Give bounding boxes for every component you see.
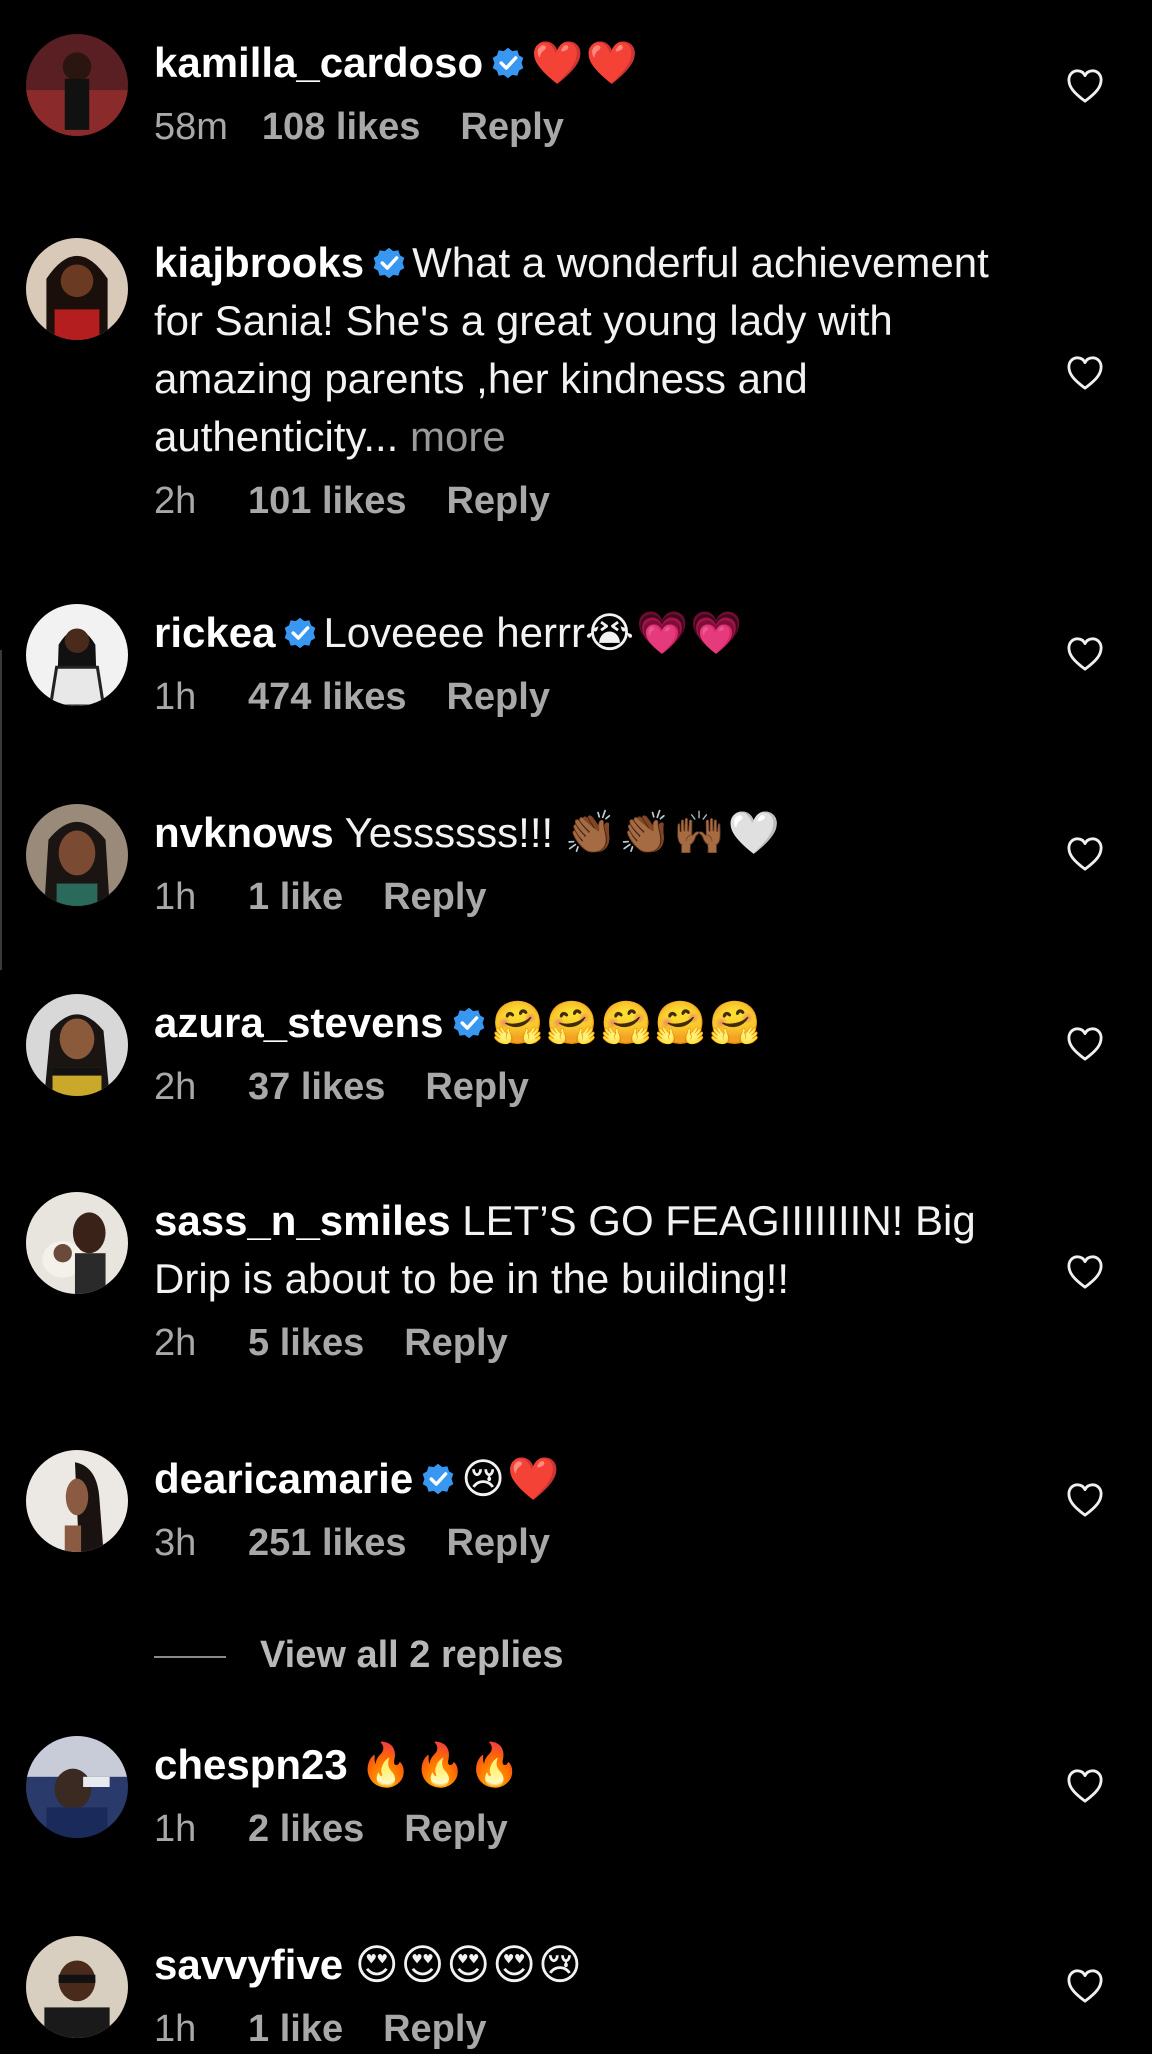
likes-count[interactable]: 108 likes <box>262 102 420 152</box>
avatar[interactable] <box>26 238 128 340</box>
verified-badge-icon <box>372 246 406 280</box>
reply-thread-line <box>154 1655 226 1658</box>
username[interactable]: nvknows <box>154 809 334 856</box>
verified-badge-icon <box>421 1462 455 1496</box>
comment-text: Yessssss!!! <box>344 809 554 856</box>
comment-emoji: 😭💗💗 <box>584 608 745 657</box>
like-heart-icon[interactable] <box>1066 636 1104 672</box>
likes-count[interactable]: 37 likes <box>248 1062 385 1112</box>
likes-count[interactable]: 5 likes <box>248 1318 364 1368</box>
timestamp: 1h <box>154 1808 197 1850</box>
likes-count[interactable]: 2 likes <box>248 1804 364 1854</box>
reply-button[interactable]: Reply <box>404 1318 507 1368</box>
like-heart-icon[interactable] <box>1066 836 1104 872</box>
avatar[interactable] <box>26 1450 128 1552</box>
timestamp: 2h <box>154 480 197 522</box>
comment-meta: 1h 474 likes Reply <box>154 672 1034 722</box>
username[interactable]: rickea <box>154 609 275 656</box>
more-link[interactable]: more <box>410 413 506 460</box>
comment-emoji: 🔥🔥🔥 <box>359 1740 523 1789</box>
likes-count[interactable]: 1 like <box>248 872 343 922</box>
timestamp: 1h <box>154 2008 197 2050</box>
comment-meta: 2h 5 likes Reply <box>154 1318 1034 1368</box>
username[interactable]: kiajbrooks <box>154 239 364 286</box>
comment-meta: 3h 251 likes Reply <box>154 1518 1034 1568</box>
username[interactable]: chespn23 <box>154 1741 348 1788</box>
reply-button[interactable]: Reply <box>383 2004 486 2054</box>
timestamp: 2h <box>154 1066 197 1108</box>
timestamp: 1h <box>154 876 197 918</box>
avatar[interactable] <box>26 804 128 906</box>
like-heart-icon[interactable] <box>1066 1482 1104 1518</box>
view-replies-button[interactable]: View all 2 replies <box>154 1630 563 1680</box>
reply-button[interactable]: Reply <box>460 102 563 152</box>
comment-emoji: 👏🏾👏🏾🙌🏾🤍 <box>564 808 783 857</box>
comment-meta: 2h 37 likes Reply <box>154 1062 1034 1112</box>
likes-count[interactable]: 251 likes <box>248 1518 406 1568</box>
comment-emoji: 🤗🤗🤗🤗🤗 <box>491 998 763 1047</box>
like-heart-icon[interactable] <box>1066 1768 1104 1804</box>
reply-button[interactable]: Reply <box>404 1804 507 1854</box>
like-heart-icon[interactable] <box>1066 1026 1104 1062</box>
reply-button[interactable]: Reply <box>446 672 549 722</box>
edge-divider <box>0 650 2 970</box>
avatar[interactable] <box>26 994 128 1096</box>
comment-emoji: 😍😍😍😍😢 <box>354 1940 584 1989</box>
verified-badge-icon <box>452 1006 486 1040</box>
comment-body: sass_n_smiles LET’S GO FEAGIIIIIIIN! Big… <box>154 1192 1034 1308</box>
verified-badge-icon <box>491 46 525 80</box>
reply-button[interactable]: Reply <box>446 1518 549 1568</box>
avatar[interactable] <box>26 1192 128 1294</box>
view-replies-label: View all 2 replies <box>260 1634 564 1676</box>
avatar[interactable] <box>26 1736 128 1838</box>
timestamp: 1h <box>154 676 197 718</box>
timestamp: 2h <box>154 1322 197 1364</box>
timestamp: 58m <box>154 106 228 148</box>
username[interactable]: azura_stevens <box>154 999 444 1046</box>
like-heart-icon[interactable] <box>1066 1254 1104 1290</box>
username[interactable]: dearicamarie <box>154 1455 413 1502</box>
timestamp: 3h <box>154 1522 197 1564</box>
reply-button[interactable]: Reply <box>446 476 549 526</box>
comment-meta: 1h 1 like Reply <box>154 872 1034 922</box>
like-heart-icon[interactable] <box>1066 355 1104 391</box>
username[interactable]: sass_n_smiles <box>154 1197 451 1244</box>
username[interactable]: kamilla_cardoso <box>154 39 483 86</box>
reply-button[interactable]: Reply <box>383 872 486 922</box>
comment-meta: 58m 108 likes Reply <box>154 102 1034 152</box>
verified-badge-icon <box>283 616 317 650</box>
comment-emoji: ❤️❤️ <box>531 38 640 87</box>
comment-body: kiajbrooks What a wonderful achievement f… <box>154 234 1034 466</box>
avatar[interactable] <box>26 604 128 706</box>
username[interactable]: savvyfive <box>154 1941 343 1988</box>
like-heart-icon[interactable] <box>1066 68 1104 104</box>
comment-meta: 2h 101 likes Reply <box>154 476 1034 526</box>
comment-meta: 1h 2 likes Reply <box>154 1804 1034 1854</box>
likes-count[interactable]: 1 like <box>248 2004 343 2054</box>
avatar[interactable] <box>26 34 128 136</box>
likes-count[interactable]: 101 likes <box>248 476 406 526</box>
comment-emoji: 😢❤️ <box>461 1454 562 1503</box>
comment-text: Loveeee herrr <box>323 609 585 656</box>
reply-button[interactable]: Reply <box>425 1062 528 1112</box>
comment-meta: 1h 1 like Reply <box>154 2004 1034 2054</box>
avatar[interactable] <box>26 1936 128 2038</box>
likes-count[interactable]: 474 likes <box>248 672 406 722</box>
like-heart-icon[interactable] <box>1066 1968 1104 2004</box>
